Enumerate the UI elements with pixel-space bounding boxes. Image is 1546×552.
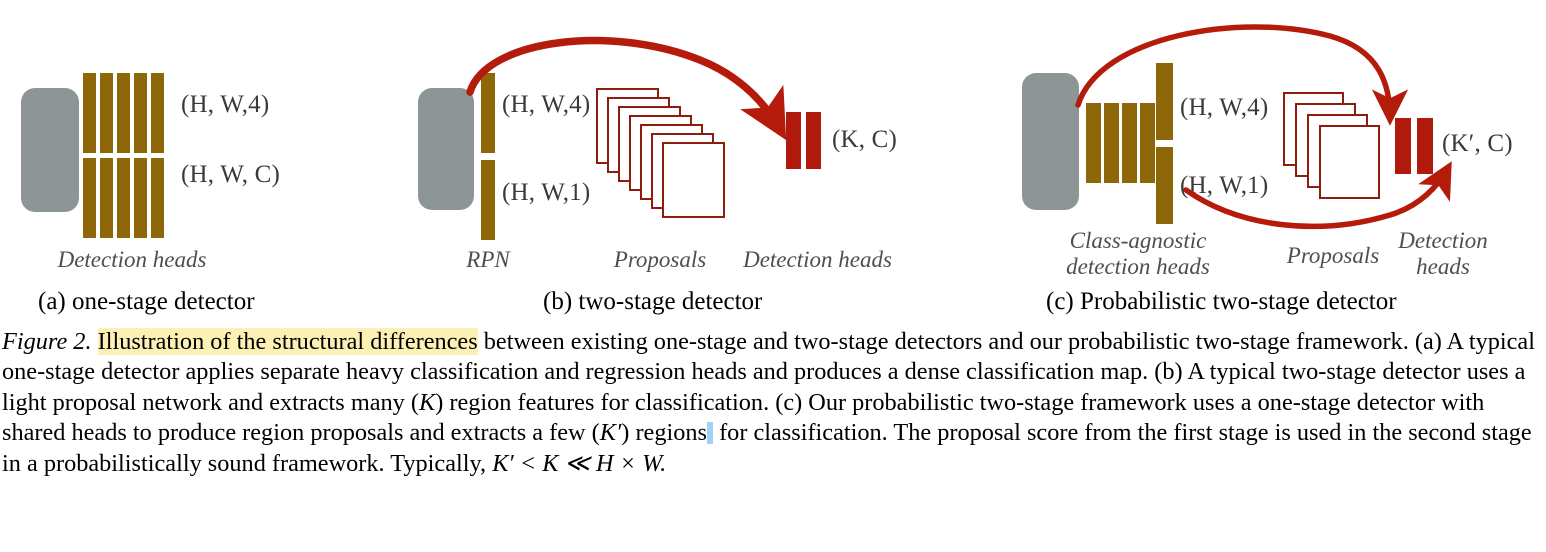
part-caption-c-line1: Class-agnostic xyxy=(1069,228,1207,253)
subcaption-c: (c) Probabilistic two-stage detector xyxy=(1046,288,1397,315)
shared-head-bar-c-3 xyxy=(1122,103,1137,183)
shared-head-bar-c-2 xyxy=(1104,103,1119,183)
head-bar-a-bottom-1 xyxy=(83,158,96,238)
head-bar-a-bottom-2 xyxy=(100,158,113,238)
subcaption-b: (b) two-stage detector xyxy=(543,288,763,315)
head-bar-a-top-4 xyxy=(134,73,147,153)
shape-label-b-regression: (H, W,4) xyxy=(502,91,591,118)
panel-probabilistic-two-stage-detector: (H, W,4) (H, W,1) (K′, C) Class-agnostic… xyxy=(990,0,1546,285)
head-bar-a-bottom-3 xyxy=(117,158,130,238)
part-caption-b-proposals: Proposals xyxy=(613,247,707,272)
part-caption-b-rpn: RPN xyxy=(466,247,510,272)
shape-label-c-objectness: (H, W,1) xyxy=(1180,172,1269,199)
shared-head-bar-c-4 xyxy=(1140,103,1155,183)
rpn-bar-regression xyxy=(481,73,495,153)
part-caption-c-line3: Detection xyxy=(1398,228,1488,253)
head-bar-a-bottom-4 xyxy=(134,158,147,238)
part-caption-c-line4: heads xyxy=(1416,253,1470,279)
detection-head-bar-c-1 xyxy=(1395,118,1411,174)
shape-label-a-regression: (H, W,4) xyxy=(181,91,270,118)
proposal-rect-b-7 xyxy=(662,142,725,218)
caption-line3-mid: ) region features for classification. (c… xyxy=(435,388,847,416)
shape-label-a-classification: (H, W, C) xyxy=(181,161,281,188)
part-caption-c-detection-heads: Detection heads xyxy=(1378,228,1508,280)
subcaption-row: (a) one-stage detector (b) two-stage det… xyxy=(0,288,1546,322)
head-bar-a-top-3 xyxy=(117,73,130,153)
caption-rest-line1: between existing one-stage and two-stage… xyxy=(477,328,1291,355)
figure-caption: Figure 2. Illustration of the structural… xyxy=(2,327,1544,479)
figure-area: (H, W,4) (H, W, C) Detection heads (H, W… xyxy=(0,0,1546,285)
part-caption-c-proposals: Proposals xyxy=(1286,243,1380,268)
shape-label-b-objectness: (H, W,1) xyxy=(502,179,591,206)
head-bar-a-top-5 xyxy=(151,73,164,153)
backbone-block-b xyxy=(418,88,474,210)
output-bar-c-regression xyxy=(1156,63,1173,140)
figure-page: (H, W,4) (H, W, C) Detection heads (H, W… xyxy=(0,0,1546,552)
part-caption-c-line2: detection heads xyxy=(1066,253,1210,279)
backbone-block-c xyxy=(1022,73,1079,210)
head-bar-a-bottom-5 xyxy=(151,158,164,238)
text-selection-cursor[interactable] xyxy=(707,422,713,445)
rpn-bar-objectness xyxy=(481,160,495,240)
proposal-rect-c-4 xyxy=(1319,125,1380,199)
backbone-block-a xyxy=(21,88,79,212)
caption-math-Kprime: K′ xyxy=(599,419,622,447)
caption-figure-number: Figure 2. xyxy=(2,328,92,355)
caption-line6-formula: K′ < K ≪ H × W. xyxy=(492,449,667,477)
shape-label-c-output: (K′, C) xyxy=(1442,130,1513,157)
caption-highlighted-text: Illustration of the structural differenc… xyxy=(97,328,478,355)
shape-label-b-output: (K, C) xyxy=(832,126,898,153)
part-caption-a-detection-heads: Detection heads xyxy=(57,247,207,272)
part-caption-c-class-agnostic-heads: Class-agnostic detection heads xyxy=(1038,228,1238,280)
output-bar-c-objectness xyxy=(1156,147,1173,224)
panel-two-stage-detector: (H, W,4) (H, W,1) (K, C) RPN Proposals D… xyxy=(400,0,940,285)
caption-math-K: K xyxy=(419,388,436,416)
shape-label-c-regression: (H, W,4) xyxy=(1180,94,1269,121)
shared-head-bar-c-1 xyxy=(1086,103,1101,183)
detection-head-bar-c-2 xyxy=(1417,118,1433,174)
caption-line4-post: ) regions xyxy=(621,419,707,447)
head-bar-a-top-2 xyxy=(100,73,113,153)
detection-head-bar-b-1 xyxy=(786,112,801,169)
subcaption-a: (a) one-stage detector xyxy=(38,288,255,315)
head-bar-a-top-1 xyxy=(83,73,96,153)
detection-head-bar-b-2 xyxy=(806,112,821,169)
part-caption-b-detection-heads: Detection heads xyxy=(743,247,892,272)
